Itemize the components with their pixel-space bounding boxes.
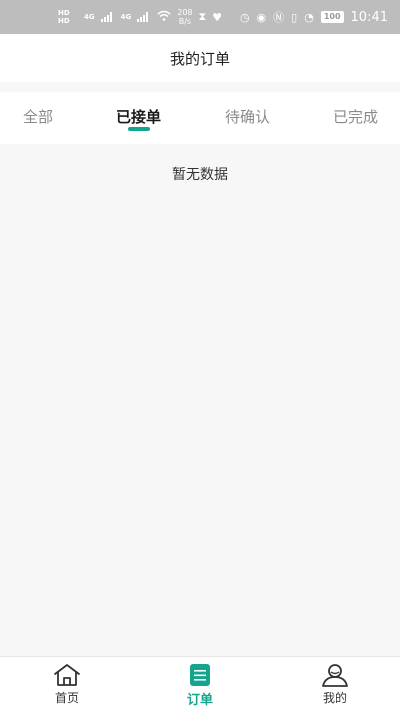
nav-item-home[interactable]: 首页 — [32, 663, 102, 706]
nav-item-orders[interactable]: 订单 — [165, 663, 235, 708]
speed-unit: B/s — [178, 17, 192, 26]
page-title: 我的订单 — [169, 49, 230, 68]
bottom-navigation: 首页 订单 我的 — [0, 656, 400, 711]
active-tab-indicator — [128, 127, 150, 131]
battery-icon: 100 — [320, 11, 344, 23]
empty-state-text: 暂无数据 — [172, 167, 228, 183]
heart-icon: ♥ — [212, 10, 223, 24]
nav-label: 首页 — [54, 691, 79, 705]
tab-pending-confirmation[interactable]: 待确认 — [225, 106, 270, 127]
eye-icon: ◉ — [256, 10, 267, 24]
nfc-icon: Ⓝ — [273, 11, 285, 24]
network-type-label: 4G — [84, 13, 95, 21]
hd-label: HD — [58, 9, 70, 17]
user-icon — [322, 664, 348, 687]
page-header: 我的订单 — [0, 34, 400, 82]
tab-completed[interactable]: 已完成 — [333, 106, 378, 127]
network-speed: 208 B/s — [177, 8, 192, 26]
clock: 10:41 — [350, 9, 388, 25]
hd-indicator: HD HD — [58, 9, 70, 25]
order-tabs: 全部 已接单 待确认 已完成 — [0, 92, 400, 144]
tab-accepted[interactable]: 已接单 — [116, 106, 161, 127]
nav-label: 我的 — [322, 691, 347, 705]
wifi-icon — [157, 10, 171, 24]
order-list-icon — [190, 664, 210, 686]
speed-value: 208 — [177, 8, 193, 17]
hd-label: HD — [58, 17, 70, 25]
home-icon — [54, 664, 80, 686]
vibrate-icon: ▯ — [291, 10, 298, 24]
tab-all[interactable]: 全部 — [23, 106, 53, 127]
network-type-label: 4G — [120, 13, 132, 21]
signal-icon — [137, 12, 151, 22]
nav-label: 订单 — [186, 693, 213, 708]
speedometer-icon: ◔ — [304, 10, 314, 24]
hourglass-icon: ⧗ — [198, 10, 207, 23]
status-bar: HD HD 4G 4G 208 B/s ⧗ ♥ ◷ ◉ Ⓝ ▯ ◔ 100 10… — [0, 0, 400, 34]
nav-item-profile[interactable]: 我的 — [300, 663, 370, 706]
signal-icon — [100, 12, 115, 22]
alarm-icon: ◷ — [239, 10, 250, 24]
